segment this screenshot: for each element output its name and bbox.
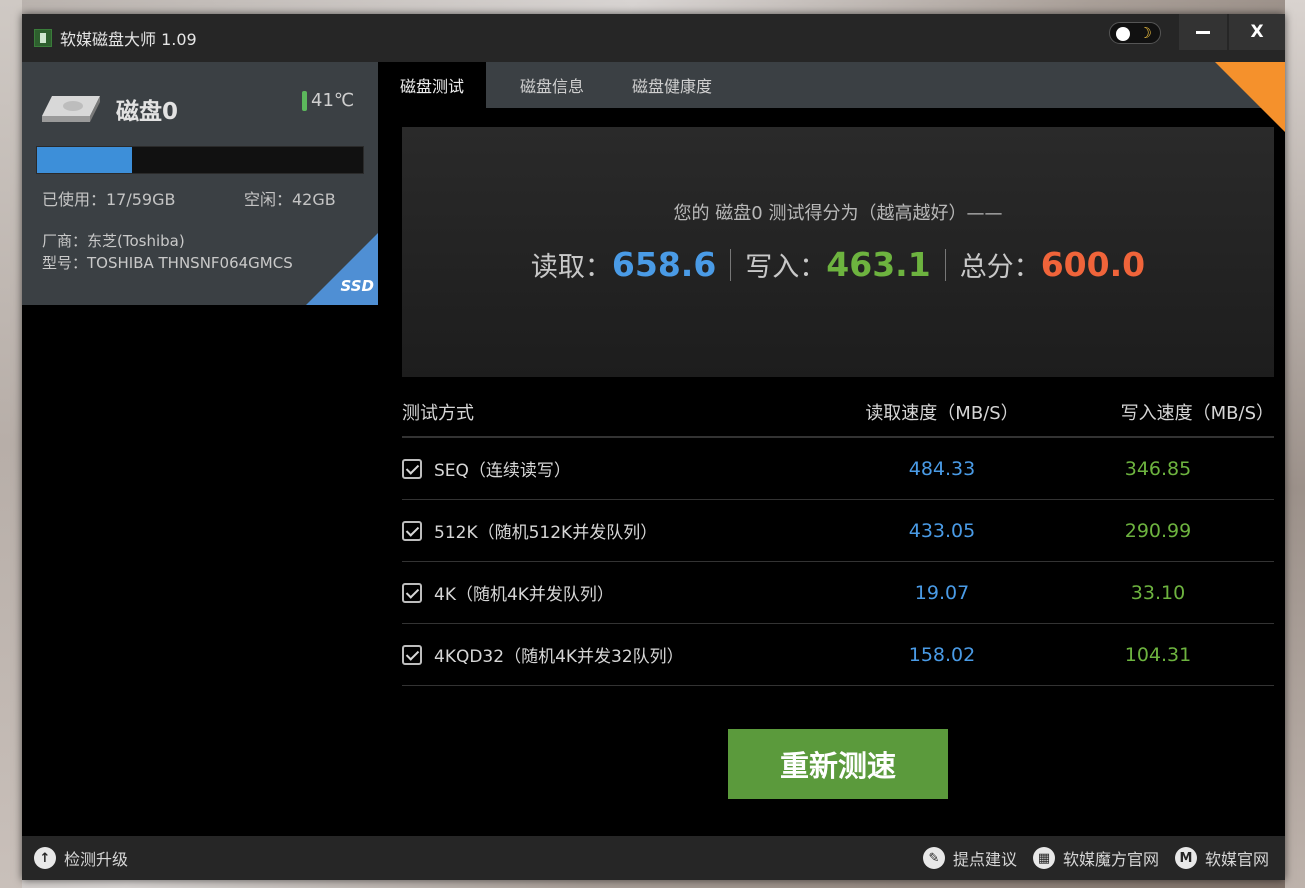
table-row: SEQ（连续读写） 484.33 346.85 [402, 438, 1274, 500]
read-speed-value: 158.02 [908, 643, 976, 666]
table-row: 512K（随机512K并发队列） 433.05 290.99 [402, 500, 1274, 562]
read-score-value: 658.6 [611, 245, 717, 284]
disk-name: 磁盘0 [116, 99, 179, 125]
disk-used: 已使用：17/59GB [42, 190, 176, 209]
moon-icon: ☽ [1138, 24, 1152, 42]
method-label: SEQ（连续读写） [434, 461, 571, 481]
table-header: 测试方式 读取速度（MB/S） 写入速度（MB/S） [402, 388, 1274, 438]
header-method: 测试方式 [402, 403, 474, 424]
ssd-label: SSD [340, 277, 374, 295]
check-update-link[interactable]: ↑ 检测升级 [34, 846, 128, 870]
method-label: 4KQD32（随机4K并发32队列） [434, 647, 684, 667]
score-summary: 读取： 658.6 写入： 463.1 总分： 600.0 [402, 245, 1274, 284]
pencil-icon: ✎ [922, 847, 945, 869]
row-method: 512K（随机512K并发队列） [402, 518, 842, 543]
row-method: 4K（随机4K并发队列） [402, 580, 842, 605]
desktop-wallpaper-right [1285, 0, 1305, 888]
header-read-speed: 读取速度（MB/S） [865, 403, 1019, 424]
mofang-site-label: 软媒魔方官网 [1062, 850, 1159, 869]
hard-disk-icon [42, 96, 100, 122]
tab-disk-info[interactable]: 磁盘信息 [498, 62, 606, 108]
retest-button[interactable]: 重新测速 [728, 729, 948, 799]
minimize-icon [1196, 30, 1210, 34]
thermometer-icon [302, 90, 307, 111]
write-speed-value: 33.10 [1130, 581, 1186, 604]
feedback-link[interactable]: ✎ 提点建议 [922, 846, 1017, 870]
theme-toggle[interactable]: ☽ [1109, 22, 1161, 44]
feedback-label: 提点建议 [952, 850, 1017, 869]
read-speed-value: 19.07 [914, 581, 970, 604]
tab-bar: 磁盘测试 磁盘信息 磁盘健康度 [378, 62, 1285, 108]
title-bar[interactable]: 软媒磁盘大师 1.09 ☽ X [22, 14, 1285, 62]
disk-card[interactable]: 磁盘0 41℃ 已使用：17/59GB 空闲：42GB 厂商：东芝(Toshib… [22, 62, 378, 305]
results-table: 测试方式 读取速度（MB/S） 写入速度（MB/S） SEQ（连续读写） 484… [402, 388, 1274, 686]
read-speed-value: 484.33 [908, 457, 976, 480]
ruanmei-site-label: 软媒官网 [1204, 850, 1269, 869]
write-score-value: 463.1 [826, 245, 931, 284]
disk-vendor: 厂商：东芝(Toshiba) [42, 232, 185, 250]
method-label: 512K（随机512K并发队列） [434, 523, 658, 543]
write-speed-value: 290.99 [1124, 519, 1192, 542]
score-separator [730, 248, 732, 281]
mofang-site-link[interactable]: ▦ 软媒魔方官网 [1032, 846, 1159, 870]
corner-accent [1215, 62, 1285, 132]
app-window: 软媒磁盘大师 1.09 ☽ X 磁盘0 41℃ 已使用：17/59GB 空闲：4… [22, 14, 1285, 880]
window-title: 软媒磁盘大师 1.09 [60, 30, 197, 49]
write-speed-value: 104.31 [1124, 643, 1192, 666]
total-score-value: 600.0 [1040, 245, 1146, 284]
score-separator [944, 248, 946, 281]
check-update-label: 检测升级 [64, 850, 129, 869]
disk-model: 型号：TOSHIBA THNSNF064GMCS [42, 254, 293, 272]
row-method: 4KQD32（随机4K并发32队列） [402, 642, 842, 667]
read-speed-value: 433.05 [908, 519, 976, 542]
test-checkbox[interactable] [402, 582, 422, 603]
desktop-wallpaper-left [0, 0, 22, 888]
write-score-label: 写入： [745, 252, 827, 283]
ruanmei-logo-icon: M [1174, 847, 1197, 869]
tab-disk-test[interactable]: 磁盘测试 [378, 62, 487, 108]
header-write-speed: 写入速度（MB/S） [1120, 403, 1274, 424]
score-panel: 您的 磁盘0 测试得分为（越高越好）—— 读取： 658.6 写入： 463.1… [402, 127, 1274, 377]
disk-usage-bar [36, 146, 364, 174]
test-checkbox[interactable] [402, 520, 422, 541]
test-checkbox[interactable] [402, 644, 422, 665]
close-button[interactable]: X [1229, 14, 1285, 50]
read-score-label: 读取： [530, 252, 612, 283]
table-row: 4KQD32（随机4K并发32队列） 158.02 104.31 [402, 624, 1274, 686]
footer-links: ✎ 提点建议 ▦ 软媒魔方官网 M 软媒官网 [922, 836, 1269, 880]
upload-arrow-icon: ↑ [34, 847, 56, 869]
temperature-value: 41℃ [311, 90, 355, 111]
write-speed-value: 346.85 [1124, 457, 1192, 480]
method-label: 4K（随机4K并发队列） [434, 585, 614, 605]
table-row: 4K（随机4K并发队列） 19.07 33.10 [402, 562, 1274, 624]
grid-icon: ▦ [1032, 847, 1055, 869]
minimize-button[interactable] [1179, 14, 1227, 50]
score-caption: 您的 磁盘0 测试得分为（越高越好）—— [673, 203, 1003, 224]
disk-usage-fill [37, 147, 132, 173]
total-score-label: 总分： [959, 252, 1041, 283]
sidebar: 磁盘0 41℃ 已使用：17/59GB 空闲：42GB 厂商：东芝(Toshib… [22, 62, 378, 836]
ruanmei-site-link[interactable]: M 软媒官网 [1174, 846, 1269, 870]
app-logo-icon [34, 29, 52, 47]
row-method: SEQ（连续读写） [402, 456, 842, 481]
toggle-knob-icon [1116, 27, 1130, 41]
window-controls: ☽ X [1109, 14, 1285, 62]
disk-free: 空闲：42GB [244, 190, 336, 209]
tab-disk-health[interactable]: 磁盘健康度 [610, 62, 734, 108]
test-checkbox[interactable] [402, 458, 422, 479]
footer-bar: ↑ 检测升级 ✎ 提点建议 ▦ 软媒魔方官网 M 软媒官网 [22, 836, 1285, 880]
disk-temperature: 41℃ [302, 90, 354, 111]
